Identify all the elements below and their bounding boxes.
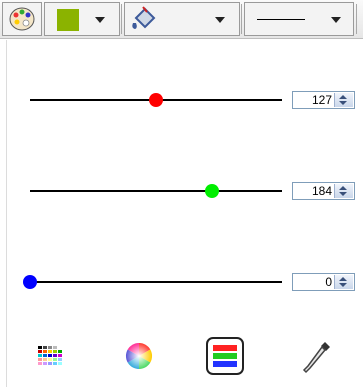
swatch-grid-icon [38,346,62,365]
blue-value: 0 [325,275,332,289]
line-style-picker[interactable] [244,2,354,36]
red-slider-thumb[interactable] [148,93,163,107]
fill-color-swatch [57,9,79,31]
fill-color-picker[interactable] [44,2,120,36]
red-spinner-buttons[interactable] [334,93,353,107]
blue-value-spinner[interactable]: 0 [292,273,355,291]
rgb-sliders-icon [206,337,244,375]
green-value: 184 [311,184,332,198]
color-wheel-button[interactable] [123,340,155,372]
red-slider[interactable] [30,93,282,107]
color-wheel-icon [125,342,153,370]
green-value-spinner[interactable]: 184 [292,182,355,200]
green-spinner-buttons[interactable] [334,184,353,198]
palette-icon [9,7,35,31]
eyedropper-icon [302,342,330,374]
rgb-sliders-button[interactable] [205,336,245,376]
line-style-icon [257,19,305,20]
blue-spinner-buttons[interactable] [334,275,353,289]
chevron-down-icon [331,17,341,23]
spin-up-icon[interactable] [339,277,347,281]
red-value-spinner[interactable]: 127 [292,91,355,109]
spin-up-icon[interactable] [339,186,347,190]
chevron-down-icon [95,17,105,23]
blue-slider[interactable] [23,275,282,289]
toolbar [0,0,363,39]
paint-bucket-icon [132,6,156,29]
blue-slider-thumb[interactable] [23,275,37,289]
panel-edge [6,40,7,387]
chevron-down-icon [215,17,225,23]
blue-slider-track [30,281,282,283]
red-value: 127 [311,93,332,107]
green-slider-thumb[interactable] [204,184,219,198]
spin-down-icon[interactable] [339,192,347,196]
paint-bucket-picker[interactable] [124,2,240,36]
spin-up-icon[interactable] [339,95,347,99]
green-slider[interactable] [30,184,282,198]
green-slider-track [30,190,282,192]
spin-down-icon[interactable] [339,101,347,105]
eyedropper-button[interactable] [300,338,334,378]
swatch-grid-button[interactable] [34,340,66,372]
spin-down-icon[interactable] [339,283,347,287]
palette-button[interactable] [2,2,42,36]
